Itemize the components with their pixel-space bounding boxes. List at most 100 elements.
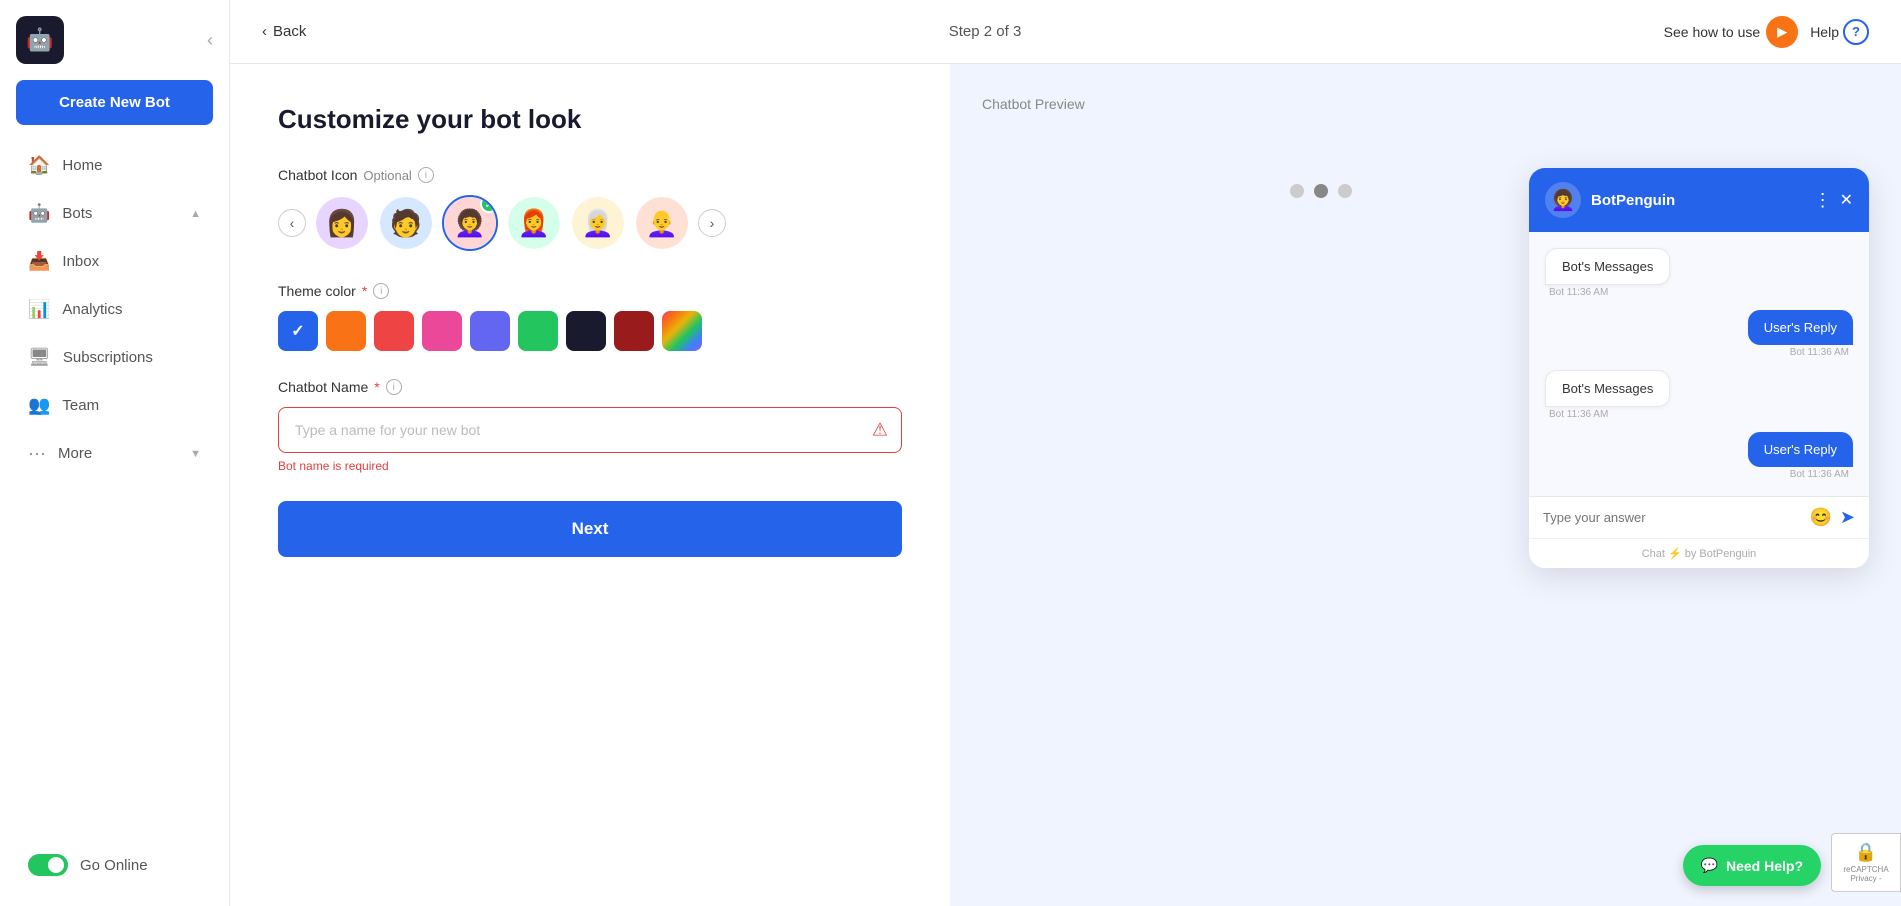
avatar-item-4[interactable]: 👩‍🦳	[570, 195, 626, 251]
go-online-toggle[interactable]	[28, 854, 68, 876]
home-icon: 🏠	[28, 155, 50, 176]
topbar-right: See how to use ▶ Help ?	[1664, 16, 1869, 48]
back-arrow-icon: ‹	[262, 23, 267, 40]
recaptcha-badge: 🔒 reCAPTCHA Privacy -	[1831, 833, 1901, 892]
privacy-terms-text: Privacy -	[1842, 874, 1890, 883]
avatar-circle-1: 🧑	[380, 197, 432, 249]
next-button[interactable]: Next	[278, 501, 902, 557]
color-swatch-rainbow[interactable]	[662, 311, 702, 351]
sidebar-item-label: More	[58, 445, 178, 462]
sidebar-item-bots[interactable]: 🤖 Bots ▲	[8, 190, 221, 237]
color-swatch-red[interactable]	[374, 311, 414, 351]
widget-powered-by: Chat ⚡ by BotPenguin	[1529, 538, 1869, 568]
step-dot-2	[1314, 184, 1328, 198]
color-swatch-orange[interactable]	[326, 311, 366, 351]
widget-actions: ⋮ ✕	[1814, 190, 1853, 211]
avatar-list: 👩 🧑 👩‍🦱 ✓ 👩‍🦰 👩‍🦳	[314, 195, 690, 251]
send-icon[interactable]: ➤	[1840, 507, 1855, 528]
color-swatch-blue[interactable]	[278, 311, 318, 351]
create-new-bot-button[interactable]: Create New Bot	[16, 80, 213, 125]
bots-arrow-icon: ▲	[190, 208, 201, 220]
help-circle-icon: ?	[1843, 19, 1869, 45]
more-arrow-icon: ▼	[190, 448, 201, 460]
see-how-label: See how to use	[1664, 24, 1761, 40]
widget-bot-name: BotPenguin	[1591, 192, 1804, 209]
chat-message-1: User's Reply Bot 11:36 AM	[1545, 310, 1853, 358]
see-how-to-use-link[interactable]: See how to use ▶	[1664, 16, 1799, 48]
chat-message-3: User's Reply Bot 11:36 AM	[1545, 432, 1853, 480]
need-help-button[interactable]: 💬 Need Help?	[1683, 845, 1821, 886]
app-logo: 🤖	[16, 16, 64, 64]
chatbot-name-info[interactable]: i	[386, 379, 402, 395]
inbox-icon: 📥	[28, 251, 50, 272]
sidebar-item-home[interactable]: 🏠 Home	[8, 142, 221, 189]
main-content: ‹ Back Step 2 of 3 See how to use ▶ Help…	[230, 0, 1901, 906]
sidebar-item-analytics[interactable]: 📊 Analytics	[8, 286, 221, 333]
sidebar-item-label: Team	[62, 397, 201, 414]
user-message-text-3: User's Reply	[1748, 432, 1853, 467]
user-message-text-1: User's Reply	[1748, 310, 1853, 345]
sidebar-item-team[interactable]: 👥 Team	[8, 382, 221, 429]
avatar-next-button[interactable]: ›	[698, 209, 726, 237]
widget-header: 👩‍🦱 BotPenguin ⋮ ✕	[1529, 168, 1869, 232]
avatar-item-1[interactable]: 🧑	[378, 195, 434, 251]
bot-message-time-0: Bot 11:36 AM	[1545, 287, 1612, 298]
avatar-item-2[interactable]: 👩‍🦱 ✓	[442, 195, 498, 251]
widget-avatar: 👩‍🦱	[1545, 182, 1581, 218]
more-icon: ···	[28, 443, 46, 464]
avatar-carousel: ‹ 👩 🧑 👩‍🦱 ✓ 👩‍🦰	[278, 195, 902, 251]
widget-type-answer-input[interactable]	[1543, 510, 1801, 525]
bot-message-text-0: Bot's Messages	[1545, 248, 1670, 285]
sidebar-item-label: Subscriptions	[63, 349, 201, 366]
user-message-time-1: Bot 11:36 AM	[1786, 347, 1853, 358]
color-swatch-indigo[interactable]	[470, 311, 510, 351]
need-help-label: Need Help?	[1726, 858, 1803, 874]
avatar-item-3[interactable]: 👩‍🦰	[506, 195, 562, 251]
sidebar-nav: 🏠 Home 🤖 Bots ▲ 📥 Inbox 📊 Analytics 🖥 Su…	[0, 141, 229, 478]
sidebar-item-label: Analytics	[62, 301, 201, 318]
avatar-item-0[interactable]: 👩	[314, 195, 370, 251]
recaptcha-text: reCAPTCHA	[1842, 865, 1890, 874]
back-label: Back	[273, 23, 306, 40]
chat-message-0: Bot's Messages Bot 11:36 AM	[1545, 248, 1853, 298]
color-swatch-crimson[interactable]	[614, 311, 654, 351]
chatbot-preview-label: Chatbot Preview	[982, 96, 1085, 112]
help-button[interactable]: Help ?	[1810, 19, 1869, 45]
sidebar-collapse-btn[interactable]: ‹	[207, 30, 213, 51]
sidebar-item-subscriptions[interactable]: 🖥 Subscriptions	[8, 334, 221, 381]
content-area: Customize your bot look Chatbot Icon Opt…	[230, 64, 1901, 906]
sidebar-item-label: Bots	[62, 205, 178, 222]
analytics-icon: 📊	[28, 299, 50, 320]
widget-close-icon[interactable]: ✕	[1840, 190, 1853, 210]
avatar-selected-checkmark: ✓	[480, 195, 498, 213]
sidebar-item-label: Home	[62, 157, 201, 174]
color-swatch-pink[interactable]	[422, 311, 462, 351]
back-button[interactable]: ‹ Back	[262, 23, 306, 40]
chatbot-name-input[interactable]	[278, 407, 902, 453]
team-icon: 👥	[28, 395, 50, 416]
help-label: Help	[1810, 24, 1839, 40]
chatbot-icon-info[interactable]: i	[418, 167, 434, 183]
bot-message-time-2: Bot 11:36 AM	[1545, 409, 1612, 420]
emoji-icon[interactable]: 😊	[1809, 507, 1831, 528]
sidebar-item-inbox[interactable]: 📥 Inbox	[8, 238, 221, 285]
color-swatch-black[interactable]	[566, 311, 606, 351]
widget-menu-icon[interactable]: ⋮	[1814, 190, 1832, 211]
theme-color-section-label: Theme color * i	[278, 283, 902, 299]
name-error-message: Bot name is required	[278, 459, 902, 473]
sidebar-item-label: Inbox	[62, 253, 201, 270]
step-indicator: Step 2 of 3	[949, 23, 1022, 40]
topbar: ‹ Back Step 2 of 3 See how to use ▶ Help…	[230, 0, 1901, 64]
avatar-prev-button[interactable]: ‹	[278, 209, 306, 237]
go-online-label: Go Online	[80, 857, 148, 874]
widget-footer: 😊 ➤	[1529, 496, 1869, 538]
avatar-item-5[interactable]: 👩‍🦲	[634, 195, 690, 251]
whatsapp-icon: 💬	[1701, 857, 1718, 874]
play-icon: ▶	[1766, 16, 1798, 48]
avatar-circle-4: 👩‍🦳	[572, 197, 624, 249]
theme-color-info[interactable]: i	[373, 283, 389, 299]
step-dots	[1290, 184, 1352, 198]
sidebar-item-more[interactable]: ··· More ▼	[8, 430, 221, 477]
color-swatch-green[interactable]	[518, 311, 558, 351]
name-error-icon: ⚠	[872, 420, 888, 441]
